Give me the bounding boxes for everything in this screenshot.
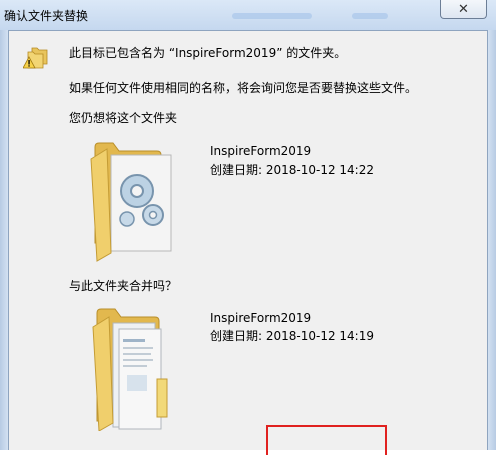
source-folder-name: InspireForm2019 <box>210 311 312 325</box>
destination-folder-date: 创建日期: 2018-10-12 14:22 <box>210 163 374 177</box>
title-bar[interactable]: 确认文件夹替换 ✕ <box>0 0 496 30</box>
close-button[interactable]: ✕ <box>440 0 487 19</box>
warning-folder-icon <box>23 47 48 69</box>
documents-folder-icon <box>92 308 168 431</box>
replace-question: 您仍想将这个文件夹 <box>69 111 178 125</box>
window-right-border <box>488 30 496 450</box>
conflict-detail: 如果任何文件使用相同的名称，将会询问您是否要替换这些文件。 <box>69 81 418 95</box>
merge-question: 与此文件夹合并吗？ <box>69 279 178 293</box>
highlight-box <box>266 425 387 455</box>
window-left-border <box>0 30 8 450</box>
title-bar-glare <box>232 13 312 19</box>
dialog-content: 此目标已包含名为 “InspireForm2019” 的文件夹。 如果任何文件使… <box>8 30 488 455</box>
source-folder-date: 创建日期: 2018-10-12 14:19 <box>210 329 374 343</box>
title-bar-glare <box>352 13 388 19</box>
settings-folder-icon <box>90 142 172 262</box>
window-title: 确认文件夹替换 <box>4 9 89 23</box>
destination-folder-name: InspireForm2019 <box>210 144 312 158</box>
confirm-folder-replace-window: 确认文件夹替换 ✕ 此目标已包含名为 “InspireForm2019” 的文件… <box>0 0 496 455</box>
conflict-message: 此目标已包含名为 “InspireForm2019” 的文件夹。 <box>69 46 347 60</box>
